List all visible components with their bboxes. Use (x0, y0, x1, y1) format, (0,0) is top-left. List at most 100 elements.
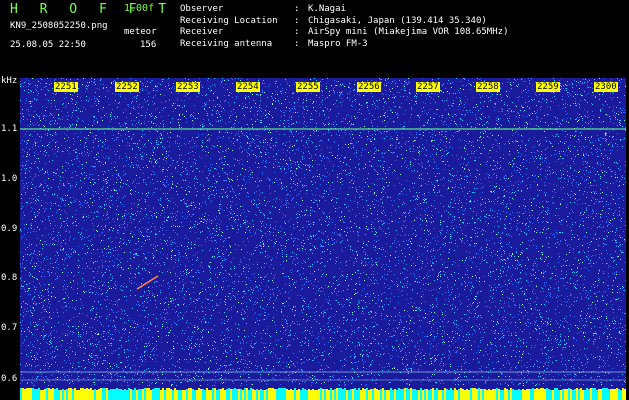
bottom-strip-bar (222, 388, 224, 400)
x-tick-label: 2251 (54, 82, 78, 92)
meta-colon: : (294, 27, 300, 37)
bottom-strip-bar (392, 390, 394, 400)
bottom-strip-bar (214, 388, 216, 400)
meta-key: Receiver (180, 27, 224, 37)
bottom-strip-bar (394, 389, 396, 400)
bottom-strip-bar (242, 390, 244, 400)
bottom-strip-bar (144, 388, 146, 400)
bottom-strip-bar (342, 389, 344, 400)
bottom-strip-bar (72, 389, 74, 400)
bottom-strip-bar (536, 388, 538, 400)
bottom-strip-bar (80, 388, 82, 400)
bottom-strip-bar (270, 388, 272, 400)
bottom-strip-bar (586, 388, 588, 400)
bottom-strip-bar (26, 388, 28, 400)
bottom-strip-bar (324, 389, 326, 400)
meta-row-receiver: Receiver: AirSpy mini (Miakejima VOR 108.… (180, 27, 508, 39)
bottom-strip-bar (252, 389, 254, 400)
bottom-strip-bar (308, 389, 310, 400)
bottom-strip-bar (480, 389, 482, 400)
bottom-strip-bar (600, 389, 602, 400)
bottom-strip-bar (216, 390, 218, 400)
bottom-strip-bar (346, 390, 348, 400)
bottom-strip-bar (404, 388, 406, 400)
bottom-strip-bar (360, 390, 362, 400)
bottom-strip-bar (416, 390, 418, 400)
bottom-strip-bar (168, 388, 170, 400)
bottom-strip-bar (446, 389, 448, 400)
bottom-strip-bar (120, 389, 122, 400)
bottom-strip-bar (510, 388, 512, 400)
bottom-strip-bar (236, 389, 238, 400)
bottom-strip-bar (176, 390, 178, 400)
bottom-strip-bar (196, 390, 198, 400)
bottom-strip-bar (170, 389, 172, 400)
bottom-strip-bar (444, 388, 446, 400)
bottom-strip-bar (256, 389, 258, 400)
bottom-strip-bar (604, 388, 606, 400)
bottom-strip-bar (238, 389, 240, 400)
bottom-strip-bar (272, 388, 274, 400)
bottom-strip-bar (592, 388, 594, 400)
meta-colon: : (294, 38, 300, 49)
bottom-strip-bar (294, 388, 296, 400)
bottom-strip-bar (492, 389, 494, 400)
meta-value: K.Nagai (308, 4, 346, 14)
bottom-strip-bar (458, 389, 460, 400)
bottom-strip-bar (20, 388, 22, 400)
bottom-strip-bar (426, 389, 428, 400)
bottom-strip-bar (282, 388, 284, 400)
bottom-strip-bar (64, 390, 66, 400)
spectrogram-background (20, 78, 626, 400)
bottom-strip-bar (62, 389, 64, 400)
mode-label: meteor (124, 27, 157, 37)
bottom-strip-bar (92, 390, 94, 400)
x-tick-label: 2259 (536, 82, 560, 92)
spectrogram-canvas[interactable] (20, 78, 626, 400)
bottom-strip-bar (154, 388, 156, 400)
bottom-strip-bar (590, 388, 592, 400)
bottom-strip-bar (378, 390, 380, 400)
bottom-strip-bar (466, 389, 468, 400)
bottom-strip-bar (52, 388, 54, 400)
bottom-strip-bar (240, 389, 242, 400)
bottom-strip-bar (476, 389, 478, 400)
bottom-strip-bar (482, 389, 484, 400)
bottom-strip-bar (158, 388, 160, 400)
bottom-strip-bar (408, 389, 410, 400)
bottom-strip-bar (232, 389, 234, 400)
bottom-strip-bar (246, 388, 248, 400)
bottom-strip-bar (88, 389, 90, 400)
bottom-strip-bar (204, 390, 206, 400)
bottom-strip-bar (192, 389, 194, 400)
bottom-strip-bar (348, 390, 350, 400)
bottom-strip-bar (130, 389, 132, 400)
bottom-strip-bar (310, 390, 312, 400)
bottom-strip-bar (570, 389, 572, 400)
bottom-strip-bar (316, 390, 318, 400)
bottom-strip-bar (558, 390, 560, 400)
bottom-strip-bar (538, 389, 540, 400)
bottom-strip-bar (574, 389, 576, 400)
bottom-strip-bar (454, 388, 456, 400)
bottom-strip-bar (376, 389, 378, 400)
bottom-strip-bar (174, 388, 176, 400)
spectrogram-plot[interactable] (20, 78, 626, 400)
bottom-strip-bar (362, 388, 364, 400)
bottom-strip-bar (596, 390, 598, 400)
bottom-strip-bar (134, 388, 136, 400)
bottom-strip-bar (364, 389, 366, 400)
bottom-strip-bar (276, 389, 278, 400)
bottom-strip-bar (290, 389, 292, 400)
bottom-strip-bar (418, 390, 420, 400)
timestamp-label: 25.08.05 22:50 (10, 40, 86, 50)
x-tick-label: 2258 (476, 82, 500, 92)
bottom-strip-bar (36, 389, 38, 400)
y-tick-label: 1.0 (1, 174, 18, 184)
bottom-strip-bar (576, 388, 578, 400)
bottom-strip-bar (224, 390, 226, 400)
bottom-strip-bar (150, 390, 152, 400)
x-tick-label: 2256 (357, 82, 381, 92)
bottom-strip-bar (124, 389, 126, 400)
bottom-strip-bar (486, 390, 488, 400)
